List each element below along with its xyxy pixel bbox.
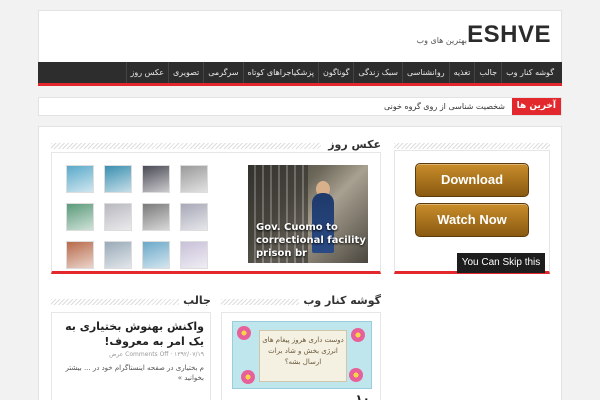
flower-icon (349, 368, 363, 382)
promo-image[interactable]: دوست داری هروز پیغام های انرژی بخش و شاد… (232, 321, 372, 389)
photo-thumbnail[interactable] (104, 165, 132, 193)
skip-ad-button[interactable]: You Can Skip this in 5 (457, 253, 545, 288)
site-tagline: بهترین های وب (416, 36, 467, 45)
article-excerpt: م بختیاری در صفحه اینستاگرام خود در ... … (65, 364, 204, 382)
photo-thumbnail[interactable] (142, 165, 170, 193)
photo-thumbnail[interactable] (180, 203, 208, 231)
web-corner-article-card: دوست داری هروز پیغام های انرژی بخش و شاد… (221, 312, 381, 400)
watch-now-button[interactable]: Watch Now (415, 203, 529, 237)
next-article-title[interactable]: ۱۰ ... (337, 392, 370, 400)
featured-photo[interactable]: Gov. Cuomo to correctional facility a pr… (248, 165, 368, 263)
photo-thumbnail[interactable] (142, 203, 170, 231)
photo-thumbnails (66, 165, 216, 269)
featured-photo-caption: Gov. Cuomo to correctional facility a pr… (256, 222, 368, 259)
nav-item-nutrition[interactable]: تغذیه (448, 62, 475, 83)
promo-text: دوست داری هروز پیغام های انرژی بخش و شاد… (259, 330, 347, 382)
photo-section-title: عکس روز (51, 138, 381, 152)
photo-thumbnail[interactable] (104, 241, 132, 269)
article-meta: Comments Off · ۱۳۹۲/۰۷/۱۹ عرض (109, 351, 204, 358)
site-logo[interactable]: ESHVE (467, 21, 551, 49)
ticker-headline[interactable]: شخصیت شناسی از روی گروه خونی (384, 98, 505, 115)
nav-item-photo-of-day[interactable]: عکس روز (125, 62, 169, 83)
photo-thumbnail[interactable] (104, 203, 132, 231)
web-corner-section-title: گوشه کنار وب (221, 294, 381, 308)
latest-ticker: آخرین ها شخصیت شناسی از روی گروه خونی (38, 97, 562, 116)
nav-item-lifestyle[interactable]: سبک زندگی (353, 62, 402, 83)
main-navigation: گوشه کنار وب جالب تغذیه روانشناسی سبک زن… (38, 62, 562, 86)
interesting-article-card: واکنش بهنوش بختیاری به یک امر به معروف! … (51, 312, 211, 400)
photo-thumbnail[interactable] (142, 241, 170, 269)
photo-thumbnail[interactable] (180, 241, 208, 269)
flower-icon (237, 326, 251, 340)
photo-thumbnail[interactable] (180, 165, 208, 193)
nav-item-web-corner[interactable]: گوشه کنار وب (501, 62, 558, 83)
interesting-section-title: جالب (51, 294, 211, 308)
photo-of-day-box: Gov. Cuomo to correctional facility a pr… (51, 152, 381, 274)
photo-thumbnail[interactable] (66, 165, 94, 193)
nav-item-entertainment[interactable]: سرگرمی (203, 62, 242, 83)
ticker-label: آخرین ها (511, 98, 561, 115)
nav-item-psychology[interactable]: روانشناسی (402, 62, 449, 83)
download-button[interactable]: Download (415, 163, 529, 197)
nav-item-visual[interactable]: تصویری (168, 62, 203, 83)
photo-thumbnail[interactable] (66, 203, 94, 231)
photo-thumbnail[interactable] (66, 241, 94, 269)
flower-icon (241, 370, 255, 384)
nav-item-miscellaneous[interactable]: گوناگون (318, 62, 353, 83)
nav-item-interesting[interactable]: جالب (474, 62, 501, 83)
site-header: ESHVE بهترین های وب (38, 10, 562, 62)
nav-item-medical[interactable]: پزشکیاجراهای کوتاه (242, 62, 318, 83)
flower-icon (351, 328, 365, 342)
article-title[interactable]: واکنش بهنوش بختیاری به یک امر به معروف! (54, 319, 204, 349)
